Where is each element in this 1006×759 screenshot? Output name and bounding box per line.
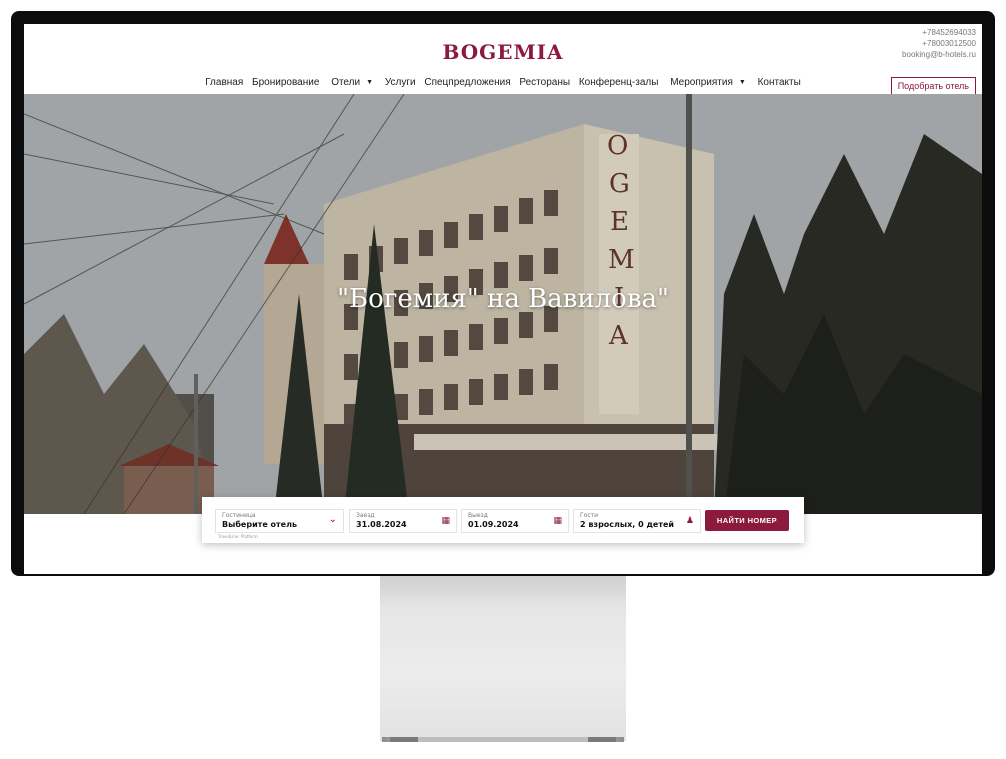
email-link[interactable]: booking@b-hotels.ru bbox=[902, 49, 976, 60]
monitor-frame: BOGEMIA Главная Бронирование Отели ▼ Услу… bbox=[11, 11, 995, 576]
checkout-value: 01.09.2024 bbox=[468, 520, 519, 529]
checkout-field[interactable]: Выезд 01.09.2024 ▦ bbox=[461, 509, 569, 533]
powered-by[interactable]: TravelLine: Platform bbox=[218, 534, 258, 539]
contacts-block: +78452694033 +78003012500 booking@b-hote… bbox=[902, 27, 976, 60]
chevron-down-icon: ⌄ bbox=[328, 514, 337, 525]
person-icon: ♟ bbox=[685, 516, 694, 526]
nav-item-services[interactable]: Услуги bbox=[385, 77, 416, 88]
guests-value: 2 взрослых, 0 детей bbox=[580, 520, 675, 529]
nav-item-booking[interactable]: Бронирование bbox=[252, 77, 319, 88]
checkin-label: Заезд bbox=[356, 512, 375, 519]
nav-item-restaurants[interactable]: Рестораны bbox=[519, 77, 570, 88]
hotel-label: Гостиница bbox=[222, 512, 256, 519]
hotel-select[interactable]: Гостиница Выберите отель ⌄ bbox=[215, 509, 344, 533]
nav-item-home[interactable]: Главная bbox=[205, 77, 243, 88]
phone-link-1[interactable]: +78452694033 bbox=[902, 27, 976, 38]
pick-hotel-button[interactable]: Подобрать отель bbox=[890, 77, 976, 95]
nav-item-hotels[interactable]: Отели ▼ bbox=[328, 77, 376, 88]
hero-title: "Богемия" на Вавилова" bbox=[337, 284, 669, 314]
site-header: BOGEMIA Главная Бронирование Отели ▼ Услу… bbox=[24, 24, 982, 95]
browser-viewport: BOGEMIA Главная Бронирование Отели ▼ Услу… bbox=[24, 24, 982, 574]
find-room-button[interactable]: НАЙТИ НОМЕР bbox=[705, 510, 789, 531]
site-logo[interactable]: BOGEMIA bbox=[24, 40, 982, 64]
checkout-label: Выезд bbox=[468, 512, 488, 519]
calendar-icon: ▦ bbox=[441, 516, 450, 526]
checkin-field[interactable]: Заезд 31.08.2024 ▦ bbox=[349, 509, 457, 533]
calendar-icon: ▦ bbox=[553, 516, 562, 526]
main-nav: Главная Бронирование Отели ▼ Услуги Спецп… bbox=[24, 77, 982, 88]
phone-link-2[interactable]: +78003012500 bbox=[902, 38, 976, 49]
guests-label: Гости bbox=[580, 512, 599, 519]
booking-widget: Гостиница Выберите отель ⌄ Заезд 31.08.2… bbox=[202, 497, 804, 543]
hotel-value: Выберите отель bbox=[222, 520, 297, 529]
hero-slider: OGEMIA "Богемия" на Вавилова" bbox=[24, 94, 982, 514]
nav-item-conference[interactable]: Конференц-залы bbox=[579, 77, 659, 88]
caret-down-icon: ▼ bbox=[366, 79, 374, 86]
caret-down-icon: ▼ bbox=[738, 79, 746, 86]
slider-dots bbox=[28, 504, 88, 514]
monitor-foot bbox=[382, 737, 624, 742]
guests-field[interactable]: Гости 2 взрослых, 0 детей ♟ bbox=[573, 509, 701, 533]
checkin-value: 31.08.2024 bbox=[356, 520, 407, 529]
nav-item-contacts[interactable]: Контакты bbox=[758, 77, 801, 88]
monitor-stand bbox=[380, 576, 626, 741]
nav-item-offers[interactable]: Спецпредложения bbox=[424, 77, 510, 88]
nav-item-events[interactable]: Мероприятия ▼ bbox=[667, 77, 749, 88]
